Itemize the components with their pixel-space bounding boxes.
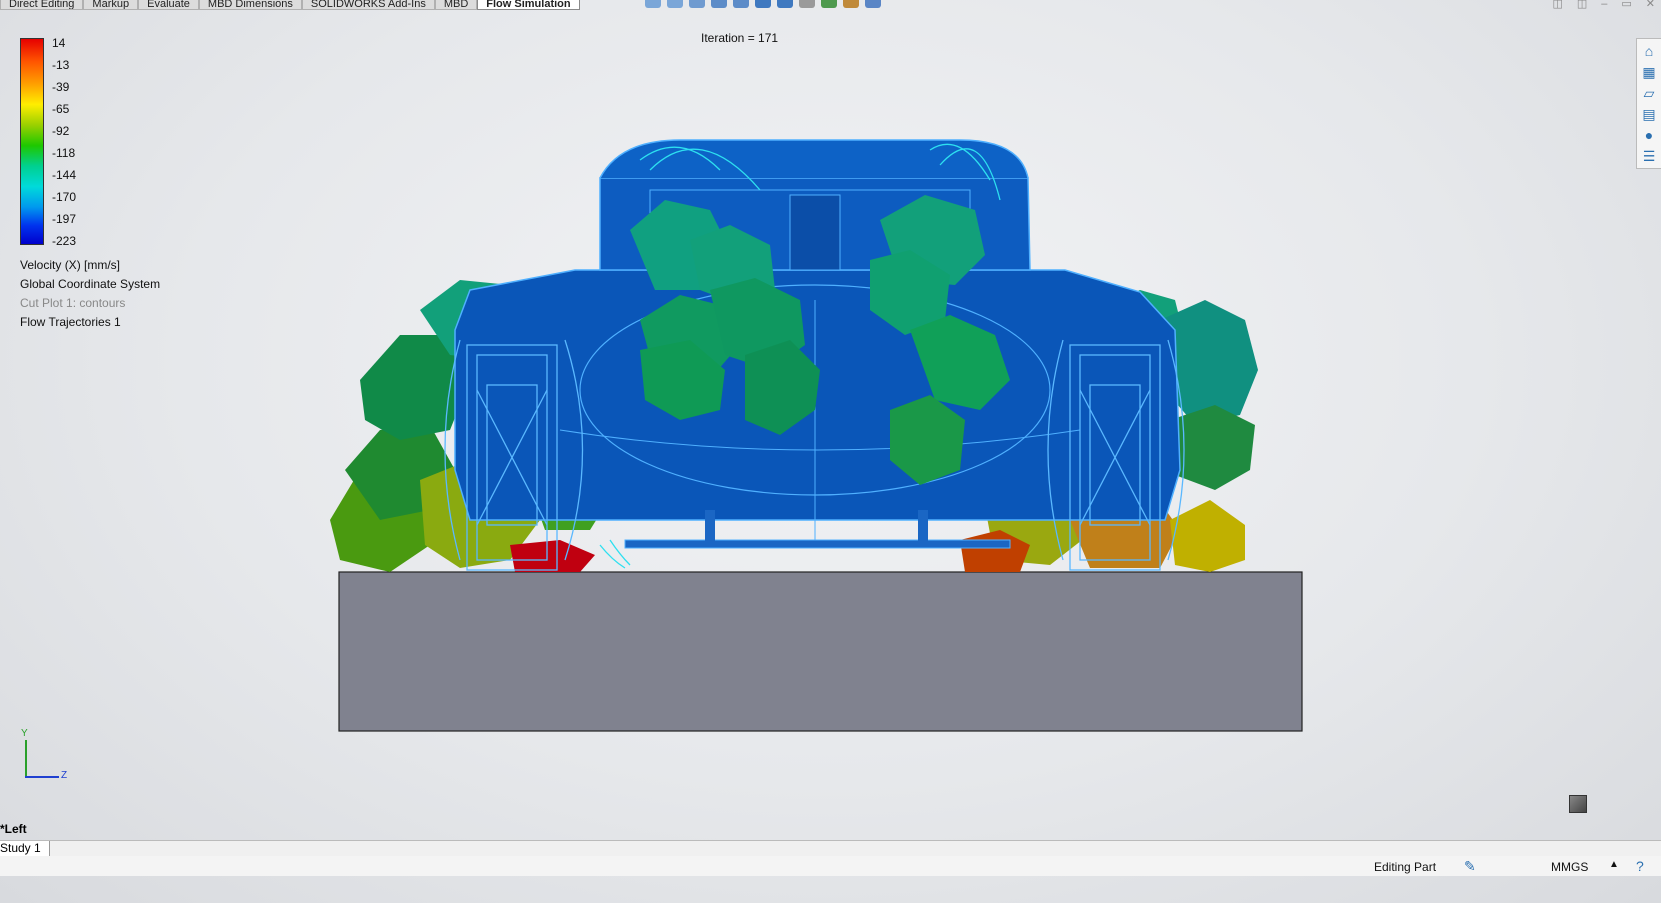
triad-z-axis: [25, 776, 59, 778]
view-orientation-label: *Left: [0, 822, 27, 836]
tab-study-1[interactable]: Study 1: [0, 841, 50, 856]
status-bar: Editing Part ✎ MMGS ▲ ?: [0, 856, 1661, 876]
tab-solidworks-add-ins[interactable]: SOLIDWORKS Add-Ins: [301, 0, 435, 10]
tab-mbd[interactable]: MBD: [434, 0, 478, 10]
tab-direct-editing[interactable]: Direct Editing: [0, 0, 84, 10]
triad-y-axis: [25, 740, 27, 778]
triad-z-label: Z: [61, 770, 68, 781]
units-arrow-icon[interactable]: ▲: [1609, 859, 1619, 870]
status-editing: Editing Part: [1374, 860, 1437, 874]
triad-y-label: Y: [21, 728, 28, 739]
vehicle-body: [454, 139, 1181, 549]
help-icon[interactable]: ?: [1636, 858, 1644, 874]
rebuild-icon[interactable]: ✎: [1464, 858, 1476, 875]
view-cube-icon[interactable]: [1569, 795, 1587, 813]
ground-block: [338, 571, 1303, 732]
tab-markup[interactable]: Markup: [83, 0, 139, 10]
tab-flow-simulation[interactable]: Flow Simulation: [477, 0, 580, 10]
command-manager-tabs: Direct Editing Markup Evaluate MBD Dimen…: [0, 0, 580, 10]
bottom-model-tabs: Study 1: [0, 840, 1661, 857]
units-selector[interactable]: MMGS: [1551, 860, 1588, 874]
tab-mbd-dimensions[interactable]: MBD Dimensions: [198, 0, 302, 10]
graphics-area[interactable]: [0, 0, 1661, 903]
tab-evaluate[interactable]: Evaluate: [138, 0, 199, 10]
